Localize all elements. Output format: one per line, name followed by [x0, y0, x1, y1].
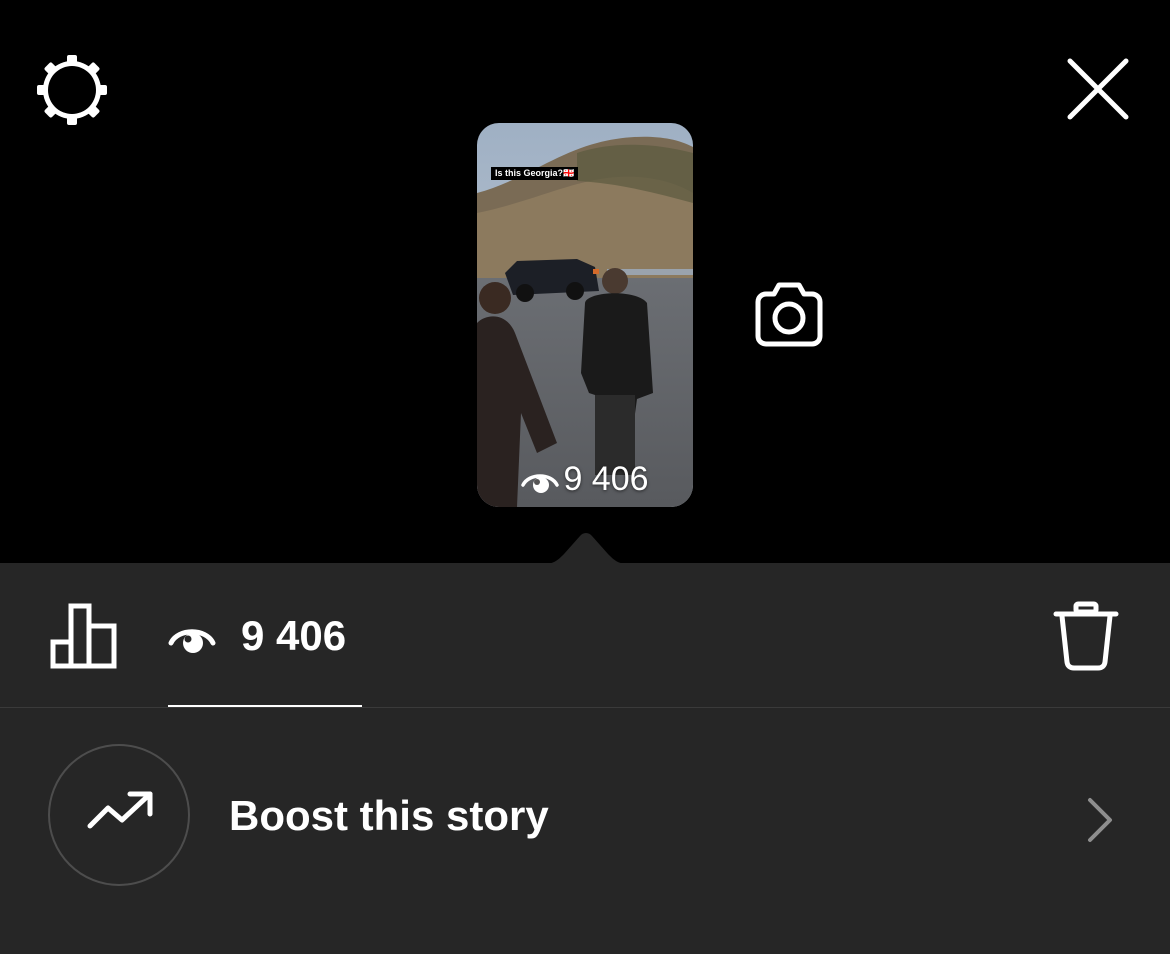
sheet-pointer	[544, 533, 628, 564]
trending-up-icon	[87, 791, 153, 829]
trash-icon	[1053, 601, 1119, 671]
gear-icon	[37, 55, 107, 125]
story-viewer-screen: Is this Georgia?🇬🇪 9 406 9 406 Boost thi…	[0, 0, 1170, 954]
close-button[interactable]	[1062, 54, 1134, 126]
story-view-count: 9 406	[477, 460, 693, 499]
delete-button[interactable]	[1050, 600, 1122, 672]
story-image	[477, 123, 693, 507]
tab-views[interactable]: 9 406	[168, 600, 362, 707]
boost-story-row[interactable]: Boost this story	[0, 708, 1170, 924]
camera-button[interactable]	[750, 276, 828, 352]
views-count: 9 406	[241, 612, 347, 659]
insights-button[interactable]	[48, 600, 120, 672]
settings-button[interactable]	[36, 54, 108, 126]
story-view-count-text: 9 406	[563, 460, 649, 498]
eye-icon	[168, 629, 216, 653]
story-sticker: Is this Georgia?🇬🇪	[491, 167, 579, 180]
camera-icon	[755, 282, 823, 347]
boost-icon-circle	[48, 744, 190, 886]
bar-chart-icon	[50, 603, 117, 669]
chevron-right-icon	[1088, 798, 1112, 842]
story-thumbnail[interactable]: Is this Georgia?🇬🇪 9 406	[477, 123, 693, 507]
boost-story-label: Boost this story	[229, 792, 549, 839]
close-icon	[1067, 58, 1129, 120]
eye-icon	[521, 473, 560, 493]
